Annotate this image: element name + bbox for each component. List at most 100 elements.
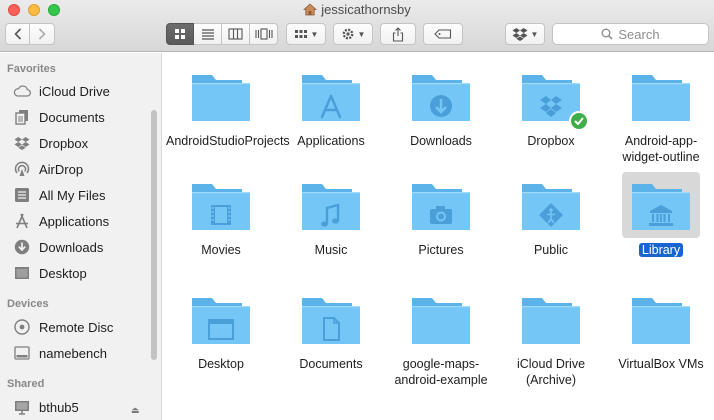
sidebar-item-label: AirDrop bbox=[39, 161, 84, 177]
folder-desktop[interactable]: Desktop bbox=[166, 286, 276, 372]
search-placeholder: Search bbox=[618, 26, 660, 42]
action-button[interactable]: ▼ bbox=[333, 23, 373, 45]
folder-icon bbox=[512, 286, 590, 352]
sidebar-item-bthub5[interactable]: bthub5 bbox=[12, 395, 152, 419]
folder-name: iCloud Drive (Archive) bbox=[496, 356, 606, 388]
folder-name: Pictures bbox=[386, 242, 496, 258]
file-icon-grid: AndroidStudioProjects Applications Downl… bbox=[163, 53, 714, 420]
all-files-icon bbox=[12, 185, 32, 205]
folder-icon bbox=[402, 63, 480, 129]
toolbar: jessicathornsby ▼ ▼ ▼ Search bbox=[0, 0, 714, 52]
folder-icon bbox=[292, 63, 370, 129]
search-field[interactable]: Search bbox=[552, 23, 709, 45]
sidebar-item-label: namebench bbox=[39, 345, 107, 361]
chevron-down-icon: ▼ bbox=[530, 29, 539, 39]
folder-music-icon bbox=[302, 184, 360, 230]
gear-icon bbox=[342, 28, 353, 40]
sidebar-item-icloud-drive[interactable]: iCloud Drive bbox=[12, 79, 152, 103]
sidebar-item-all-my-files[interactable]: All My Files bbox=[12, 183, 152, 207]
folder-androidstudioprojects[interactable]: AndroidStudioProjects bbox=[166, 63, 290, 149]
columns-icon bbox=[228, 28, 243, 40]
folder-name: Movies bbox=[166, 242, 276, 258]
folder-name-text: Documents bbox=[299, 357, 363, 371]
folder-google-maps-android-example[interactable]: google-maps-android-example bbox=[386, 286, 496, 388]
folder-movies[interactable]: Movies bbox=[166, 172, 276, 258]
folder-camera-icon bbox=[412, 184, 470, 230]
folder-name-text: AndroidStudioProjects bbox=[166, 134, 290, 148]
folder-downloads[interactable]: Downloads bbox=[386, 63, 496, 149]
arrange-button[interactable]: ▼ bbox=[286, 23, 326, 45]
folder-icon bbox=[622, 286, 700, 352]
folder-public[interactable]: Public bbox=[496, 172, 606, 258]
sidebar-item-dropbox[interactable]: Dropbox bbox=[12, 131, 152, 155]
sidebar-item-label: Remote Disc bbox=[39, 319, 114, 335]
folder-name: Documents bbox=[276, 356, 386, 372]
folder-name-text: Android-app-widget-outline bbox=[622, 134, 700, 164]
folder-name: AndroidStudioProjects bbox=[166, 133, 290, 149]
chevron-left-icon bbox=[13, 28, 21, 40]
folder-name-text: Desktop bbox=[198, 357, 244, 371]
folder-name-text: Dropbox bbox=[527, 134, 575, 148]
folder-virtualbox-vms[interactable]: VirtualBox VMs bbox=[606, 286, 714, 372]
desktop-icon bbox=[12, 263, 32, 283]
sidebar-item-label: bthub5 bbox=[39, 399, 79, 415]
folder-none-icon bbox=[192, 75, 250, 121]
folder-icon bbox=[402, 286, 480, 352]
cover-flow-view-button[interactable] bbox=[250, 23, 278, 45]
folder-pictures[interactable]: Pictures bbox=[386, 172, 496, 258]
sidebar-heading-favorites: Favorites bbox=[7, 63, 56, 75]
sidebar-item-label: iCloud Drive bbox=[39, 83, 110, 99]
folder-name: Downloads bbox=[386, 133, 496, 149]
folder-music[interactable]: Music bbox=[276, 172, 386, 258]
icon-view-button[interactable] bbox=[166, 23, 194, 45]
folder-name-text: google-maps-android-example bbox=[394, 357, 488, 387]
folder-name-text: Pictures bbox=[418, 243, 464, 257]
folder-name: Public bbox=[496, 242, 606, 258]
folder-applications-icon bbox=[302, 75, 360, 121]
list-icon bbox=[201, 29, 214, 40]
sidebar-item-remote-disc[interactable]: Remote Disc bbox=[12, 315, 152, 339]
folder-applications[interactable]: Applications bbox=[276, 63, 386, 149]
share-button[interactable] bbox=[380, 23, 416, 45]
folder-android-app-widget-outline[interactable]: Android-app-widget-outline bbox=[606, 63, 714, 165]
dropbox-toolbar-button[interactable]: ▼ bbox=[505, 23, 545, 45]
sidebar-item-applications[interactable]: Applications bbox=[12, 209, 152, 233]
dropbox-icon bbox=[12, 133, 32, 153]
window-title-bar: jessicathornsby bbox=[0, 2, 714, 19]
sidebar-item-downloads[interactable]: Downloads bbox=[12, 235, 152, 259]
sidebar-item-desktop[interactable]: Desktop bbox=[12, 261, 152, 285]
back-button[interactable] bbox=[5, 23, 30, 45]
folder-icon bbox=[182, 172, 260, 238]
sidebar-item-label: Applications bbox=[39, 213, 110, 229]
applications-icon bbox=[12, 211, 32, 231]
folder-name: Desktop bbox=[166, 356, 276, 372]
folder-none-icon bbox=[632, 75, 690, 121]
window-title: jessicathornsby bbox=[321, 2, 411, 17]
folder-documents[interactable]: Documents bbox=[276, 286, 386, 372]
folder-icon bbox=[622, 63, 700, 129]
forward-button[interactable] bbox=[29, 23, 55, 45]
folder-library[interactable]: Library bbox=[606, 172, 714, 258]
sidebar-scrollbar[interactable] bbox=[151, 110, 157, 360]
search-icon bbox=[601, 28, 613, 40]
edit-tags-button[interactable] bbox=[423, 23, 463, 45]
cloud-icon bbox=[12, 81, 32, 101]
chevron-down-icon: ▼ bbox=[310, 29, 319, 39]
sidebar-item-airdrop[interactable]: AirDrop bbox=[12, 157, 152, 181]
folder-icon bbox=[402, 172, 480, 238]
folder-name-text: iCloud Drive (Archive) bbox=[516, 357, 586, 387]
folder-dropbox[interactable]: Dropbox bbox=[496, 63, 606, 149]
column-view-button[interactable] bbox=[222, 23, 250, 45]
cover-flow-icon bbox=[254, 28, 273, 40]
sidebar: Favorites iCloud Drive Documents Dropbox… bbox=[0, 53, 162, 420]
sidebar-heading-shared: Shared bbox=[7, 378, 45, 390]
sidebar-item-namebench[interactable]: namebench bbox=[12, 341, 152, 365]
folder-name: Library bbox=[606, 242, 714, 258]
list-view-button[interactable] bbox=[194, 23, 222, 45]
chevron-down-icon: ▼ bbox=[357, 29, 366, 39]
folder-icloud-drive-archive[interactable]: iCloud Drive (Archive) bbox=[496, 286, 606, 388]
folder-name: Music bbox=[276, 242, 386, 258]
folder-icon bbox=[182, 286, 260, 352]
folder-name-text: Library bbox=[638, 243, 684, 257]
sidebar-item-documents[interactable]: Documents bbox=[12, 105, 152, 129]
